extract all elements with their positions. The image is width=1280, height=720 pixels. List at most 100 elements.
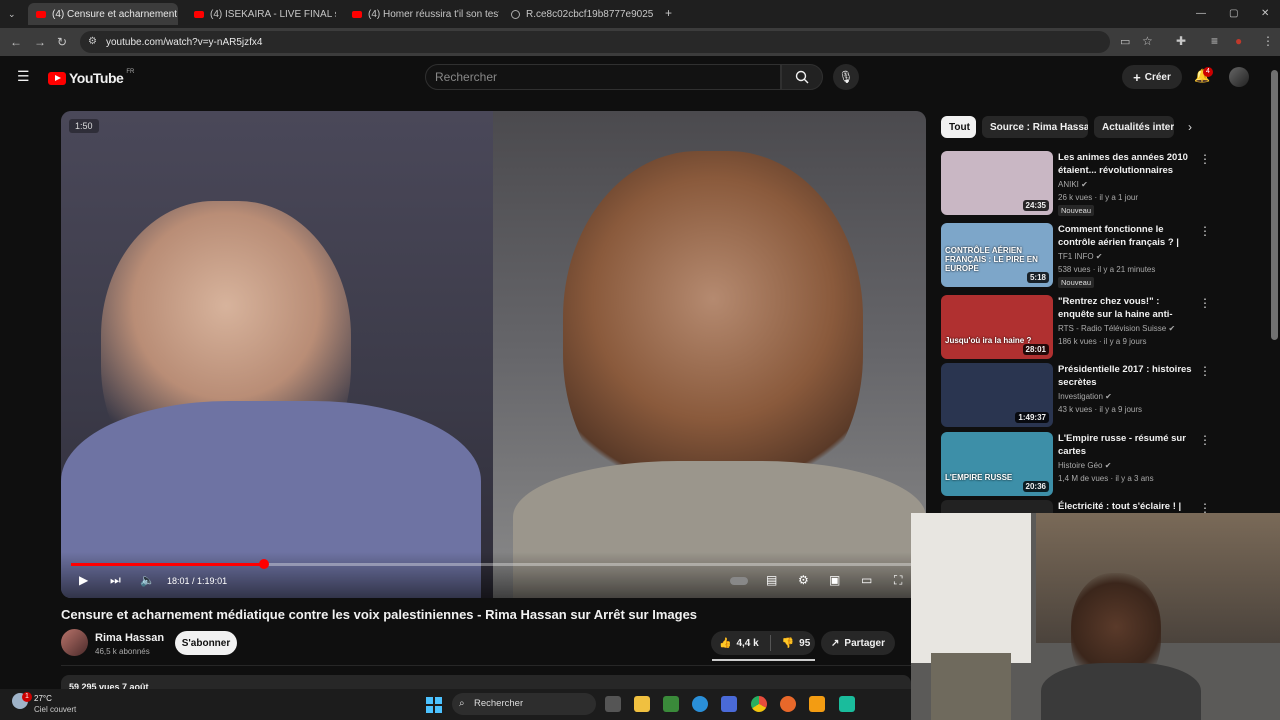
like-count[interactable]: 4,4 k <box>736 638 758 649</box>
new-tab-icon[interactable]: + <box>665 7 672 19</box>
taskbar-search[interactable]: ⌕ Rechercher <box>452 693 596 715</box>
hamburger-menu-icon[interactable]: ☰ <box>17 69 30 83</box>
video-thumbnail[interactable]: LES ORIGINES <box>941 500 1053 513</box>
like-icon[interactable]: 👍 <box>719 638 731 649</box>
youtube-logo[interactable]: YouTube FR <box>48 69 134 86</box>
theater-mode-icon[interactable]: ▭ <box>861 574 872 586</box>
youtube-icon <box>352 10 362 18</box>
edge-icon[interactable] <box>692 696 708 712</box>
volume-icon[interactable]: 🔈 <box>140 574 155 586</box>
avatar[interactable] <box>1229 67 1249 87</box>
tab[interactable]: (4) ISEKAIRA - LIVE FINAL sans ✕ <box>186 3 336 25</box>
chevron-right-icon[interactable]: › <box>1188 121 1192 133</box>
reload-icon[interactable]: ↻ <box>57 36 67 48</box>
search-input[interactable]: Rechercher <box>425 64 781 90</box>
recommendation-title[interactable]: Les animes des années 2010 étaient... ré… <box>1058 151 1198 177</box>
create-button[interactable]: + Créer <box>1122 65 1182 89</box>
thumbnail-text: CONTRÔLE AÉRIEN FRANÇAIS : LE PIRE EN EU… <box>945 246 1038 273</box>
channel-label: TF1 INFO <box>1058 252 1094 261</box>
video-thumbnail[interactable]: Jusqu'où ira la haine ? 28:01 <box>941 295 1053 359</box>
recommendation-item[interactable]: CONTRÔLE AÉRIEN FRANÇAIS : LE PIRE EN EU… <box>941 223 1211 288</box>
next-icon[interactable]: ⏭ <box>110 574 121 586</box>
chrome-icon[interactable] <box>751 696 767 712</box>
recommendation-title[interactable]: Électricité : tout s'éclaire ! | <box>1058 500 1198 513</box>
subtitles-icon[interactable]: ▤ <box>766 574 777 586</box>
recommendation-title[interactable]: "Rentrez chez vous!" : enquête sur la ha… <box>1058 295 1198 321</box>
autoplay-toggle[interactable] <box>730 577 748 585</box>
share-label: Partager <box>844 637 885 649</box>
channel-avatar[interactable] <box>61 629 88 656</box>
video-thumbnail[interactable]: L'EMPIRE RUSSE 20:36 <box>941 432 1053 496</box>
duration-badge: 24:35 <box>1022 200 1049 211</box>
verified-icon: ✔ <box>1104 461 1112 470</box>
chip-all[interactable]: Tout <box>941 116 976 138</box>
more-options-icon[interactable]: ⋮ <box>1199 502 1211 513</box>
bookmark-star-icon[interactable]: ☆ <box>1142 35 1153 47</box>
back-icon[interactable]: ← <box>10 36 22 48</box>
more-options-icon[interactable]: ⋮ <box>1199 297 1211 309</box>
site-info-icon[interactable]: ⚙ <box>88 36 97 48</box>
more-options-icon[interactable]: ⋮ <box>1199 225 1211 237</box>
cast-icon[interactable]: ▭ <box>1120 36 1130 48</box>
recommendation-item[interactable]: 24:35 Les animes des années 2010 étaient.… <box>941 151 1211 216</box>
progress-scrubber[interactable] <box>258 559 269 569</box>
dislike-count[interactable]: 95 <box>799 638 810 649</box>
play-icon[interactable]: ▶ <box>79 574 88 586</box>
chip-news[interactable]: Actualités interna <box>1094 116 1174 138</box>
minimize-icon[interactable]: — <box>1196 8 1206 20</box>
app-icon[interactable] <box>839 696 855 712</box>
maximize-icon[interactable]: ▢ <box>1229 8 1238 20</box>
windows-start-icon[interactable] <box>426 697 442 713</box>
forward-icon[interactable]: → <box>34 36 46 48</box>
recommendation-item[interactable]: Jusqu'où ira la haine ? 28:01 "Rentrez che… <box>941 295 1211 359</box>
recommendation-item[interactable]: 1:49:37 Présidentielle 2017 : histoires s… <box>941 363 1211 427</box>
recommendation-channel[interactable]: ANIKI ✔ <box>1058 180 1088 189</box>
more-options-icon[interactable]: ⋮ <box>1199 434 1211 446</box>
tab[interactable]: (4) Homer réussira t'il son test ✕ <box>344 3 499 25</box>
store-icon[interactable] <box>721 696 737 712</box>
video-thumbnail[interactable]: 1:49:37 <box>941 363 1053 427</box>
subscribe-button[interactable]: S'abonner <box>175 631 237 655</box>
recommendation-channel[interactable]: RTS - Radio Télévision Suisse ✔ <box>1058 324 1175 333</box>
dislike-icon[interactable]: 👎 <box>782 638 794 649</box>
task-view-icon[interactable] <box>605 696 621 712</box>
recommendation-title[interactable]: L'Empire russe - résumé sur cartes <box>1058 432 1198 458</box>
tab[interactable]: R.ce8c02cbcf19b8777e9025788 ✕ <box>503 3 653 25</box>
fullscreen-icon[interactable]: ⛶ <box>894 574 902 586</box>
video-thumbnail[interactable]: CONTRÔLE AÉRIEN FRANÇAIS : LE PIRE EN EU… <box>941 223 1053 287</box>
recommendation-channel[interactable]: Histoire Géo ✔ <box>1058 461 1111 470</box>
video-player[interactable]: 1:50 ▶ ⏭ 🔈 18:01 / 1:19:01 ▤ ⚙ ▣ ▭ ⛶ <box>61 111 926 598</box>
file-explorer-icon[interactable] <box>634 696 650 712</box>
reading-list-icon[interactable]: ≡ <box>1211 35 1218 47</box>
miniplayer-icon[interactable]: ▣ <box>829 574 840 586</box>
share-button[interactable]: ↗ Partager <box>821 631 895 655</box>
settings-gear-icon[interactable]: ⚙ <box>798 574 809 586</box>
menu-kebab-icon[interactable]: ⋮ <box>1262 35 1274 47</box>
progress-bar[interactable] <box>71 559 916 569</box>
recommendation-title[interactable]: Comment fonctionne le contrôle aérien fr… <box>1058 223 1198 249</box>
address-bar[interactable]: ⚙ youtube.com/watch?v=y-nAR5jzfx4 <box>80 31 1110 53</box>
recommendation-title[interactable]: Présidentielle 2017 : histoires secrètes <box>1058 363 1198 389</box>
recommendation-item[interactable]: LES ORIGINES Électricité : tout s'éclaire… <box>941 500 1211 513</box>
profile-icon[interactable]: ● <box>1235 35 1242 47</box>
recommendation-channel[interactable]: TF1 INFO ✔ <box>1058 252 1103 261</box>
recommendation-channel[interactable]: Investigation ✔ <box>1058 392 1112 401</box>
chip-source[interactable]: Source : Rima Hassan <box>982 116 1088 138</box>
vlc-icon[interactable] <box>809 696 825 712</box>
video-thumbnail[interactable]: 24:35 <box>941 151 1053 215</box>
extensions-icon[interactable]: ✚ <box>1176 35 1186 47</box>
page-scrollbar[interactable] <box>1271 70 1278 340</box>
duration-badge: 20:36 <box>1022 481 1049 492</box>
voice-search-button[interactable]: 🎙 <box>833 64 859 90</box>
search-button[interactable] <box>781 64 823 90</box>
tab-search-icon[interactable]: ⌄ <box>8 8 16 20</box>
app-icon[interactable] <box>663 696 679 712</box>
recommendation-item[interactable]: L'EMPIRE RUSSE 20:36 L'Empire russe - résu… <box>941 432 1211 496</box>
recommendation-stats: 1,4 M de vues · il y a 3 ans <box>1058 474 1154 483</box>
channel-name[interactable]: Rima Hassan <box>95 632 164 644</box>
more-options-icon[interactable]: ⋮ <box>1199 365 1211 377</box>
more-options-icon[interactable]: ⋮ <box>1199 153 1211 165</box>
firefox-icon[interactable] <box>780 696 796 712</box>
window-close-icon[interactable]: ✕ <box>1261 8 1269 20</box>
tab-active[interactable]: (4) Censure et acharnement mé ✕ <box>28 3 178 25</box>
